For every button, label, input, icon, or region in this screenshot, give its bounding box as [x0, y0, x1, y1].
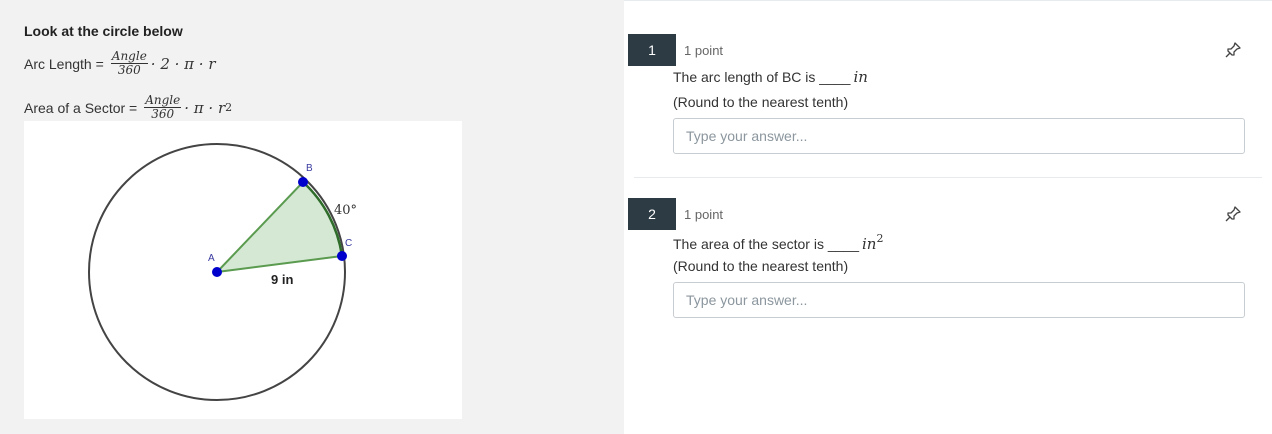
- question-unit-1: in: [853, 68, 868, 86]
- question-points-1: 1 point: [684, 43, 724, 58]
- answer-input-1[interactable]: [673, 118, 1245, 154]
- question-prompt-1: The arc length of BC is ____: [673, 69, 851, 85]
- arc-length-formula: Arc Length = Angle 360 · 2 · π · r: [24, 50, 216, 77]
- sector-fraction-denominator: 360: [151, 107, 175, 121]
- circle-diagram: A B C 40° 9 in: [24, 121, 462, 419]
- question-note-2: (Round to the nearest tenth): [673, 258, 849, 274]
- pin-icon[interactable]: [1224, 41, 1242, 59]
- point-a: [212, 267, 222, 277]
- arc-fraction-denominator: 360: [117, 63, 141, 77]
- label-b: B: [306, 163, 313, 174]
- sector-shape: [214, 180, 344, 274]
- question-1: 1 1 point The arc length of BC is ____ in…: [628, 34, 1268, 164]
- question-prompt-2: The area of the sector is ____: [673, 236, 859, 252]
- sector-formula-exponent: 2: [225, 101, 233, 114]
- label-a: A: [208, 253, 215, 264]
- point-b: [298, 177, 308, 187]
- question-text-1: The arc length of BC is ____ in: [673, 68, 868, 86]
- question-points-2: 1 point: [684, 207, 724, 222]
- question-text-2: The area of the sector is ____ in2: [673, 232, 883, 253]
- sector-area-label: Area of a Sector =: [24, 99, 138, 116]
- sector-fraction: Angle 360: [144, 94, 182, 121]
- question-note-1: (Round to the nearest tenth): [673, 94, 849, 110]
- question-unit-exp-2: 2: [876, 232, 884, 245]
- question-divider: [634, 177, 1262, 178]
- question-unit-2: in: [862, 235, 877, 253]
- instructions-heading: Look at the circle below: [24, 23, 183, 39]
- radius-label: 9 in: [271, 272, 293, 287]
- arc-formula-rest: · 2 · π · r: [150, 54, 216, 73]
- angle-label: 40°: [334, 203, 357, 218]
- circle-diagram-svg: A B C 40° 9 in: [88, 143, 357, 401]
- arc-fraction: Angle 360: [110, 50, 148, 77]
- point-c: [337, 251, 347, 261]
- answer-input-2[interactable]: [673, 282, 1245, 318]
- arc-length-label: Arc Length =: [24, 55, 104, 72]
- left-panel: Look at the circle below Arc Length = An…: [0, 0, 624, 434]
- question-number-2: 2: [628, 198, 676, 230]
- label-c: C: [345, 238, 352, 249]
- pin-icon[interactable]: [1224, 205, 1242, 223]
- question-2: 2 1 point The area of the sector is ____…: [628, 198, 1268, 328]
- sector-formula-rest: · π · r: [184, 98, 226, 117]
- question-number-1: 1: [628, 34, 676, 66]
- sector-area-formula: Area of a Sector = Angle 360 · π · r2: [24, 94, 233, 121]
- top-divider: [624, 0, 1272, 1]
